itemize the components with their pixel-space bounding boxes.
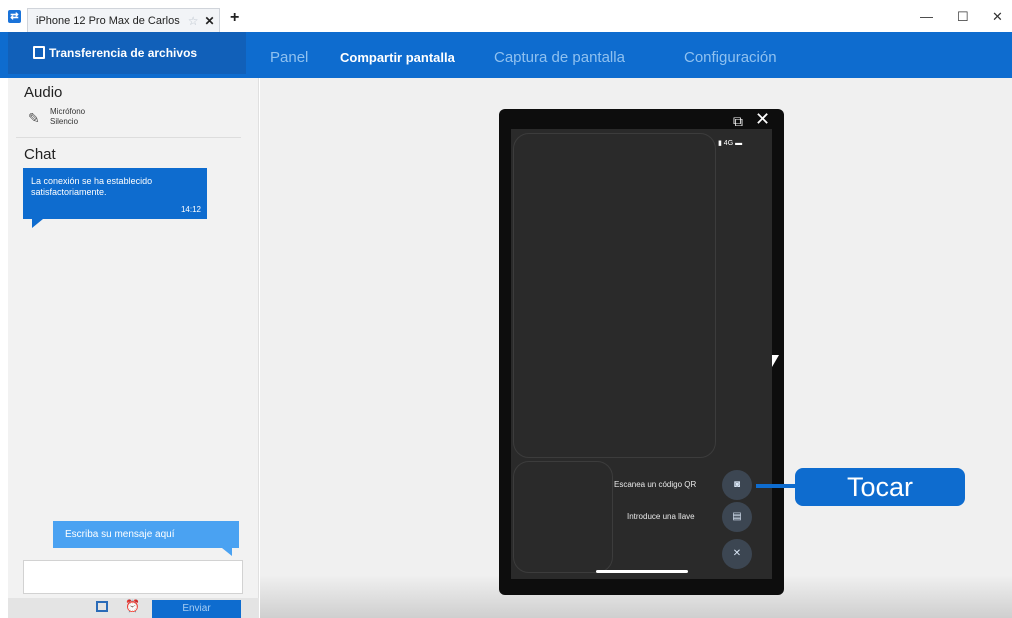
content-card bbox=[513, 461, 613, 573]
phone-screen[interactable]: ▮ 4G ▬ Escanea un código QR ◙ Introduce … bbox=[511, 129, 772, 579]
device-screen[interactable]: ⧉ ✕ ▮ 4G ▬ Escanea un código QR ◙ Introd… bbox=[499, 109, 784, 595]
camera-icon[interactable]: ◙ bbox=[722, 470, 752, 500]
sidebar: Audio ✎ Micrófono Silencio Chat La conex… bbox=[8, 78, 259, 618]
chat-title: Chat bbox=[24, 146, 56, 163]
keyboard-icon[interactable]: ▤ bbox=[722, 502, 752, 532]
new-tab-button[interactable]: + bbox=[230, 9, 239, 27]
enter-key-label: Introduce una llave bbox=[627, 512, 695, 521]
alarm-icon[interactable]: ⏰ bbox=[125, 599, 140, 613]
session-tab[interactable]: iPhone 12 Pro Max de Carlos ☆ ✕ bbox=[27, 8, 220, 32]
home-indicator bbox=[596, 570, 688, 573]
tab-compartir-pantalla[interactable]: Compartir pantalla bbox=[340, 50, 455, 65]
close-menu-button[interactable]: ✕ bbox=[722, 539, 752, 569]
network-status: 4G bbox=[723, 140, 734, 147]
compose-hint-tail bbox=[222, 548, 232, 556]
tab-captura-de-pantalla[interactable]: Captura de pantalla bbox=[494, 49, 625, 66]
content-card bbox=[513, 133, 716, 458]
file-transfer-label: Transferencia de archivos bbox=[49, 46, 198, 60]
tab-panel[interactable]: Panel bbox=[270, 49, 308, 66]
mouse-cursor-icon bbox=[772, 355, 779, 367]
microphone-status: Silencio bbox=[50, 117, 79, 126]
microphone-toggle[interactable]: Micrófono Silencio bbox=[50, 107, 85, 127]
nav-bar: Transferencia de archivos Panel Comparti… bbox=[0, 32, 1012, 78]
close-tab-icon[interactable]: ✕ bbox=[204, 14, 214, 28]
chat-message: La conexión se ha establecido satisfacto… bbox=[23, 168, 207, 219]
close-icon[interactable]: ✕ bbox=[755, 109, 770, 130]
file-transfer-icon bbox=[33, 46, 45, 59]
compose-hint: Escriba su mensaje aquí bbox=[53, 521, 239, 548]
divider bbox=[16, 137, 241, 138]
chat-bubble-tail bbox=[32, 219, 43, 228]
minimize-button[interactable]: — bbox=[920, 9, 933, 24]
microphone-muted-icon[interactable]: ✎ bbox=[28, 110, 42, 126]
phone-status-bar: ▮ 4G ▬ bbox=[718, 140, 743, 147]
session-tab-title: iPhone 12 Pro Max de Carlos bbox=[36, 14, 180, 27]
clipboard-icon[interactable] bbox=[96, 601, 108, 612]
chat-message-text: La conexión se ha establecido satisfacto… bbox=[31, 176, 153, 197]
chat-message-time: 14:12 bbox=[180, 205, 201, 214]
popout-icon[interactable]: ⧉ bbox=[733, 113, 743, 130]
title-bar: ⇄ iPhone 12 Pro Max de Carlos ☆ ✕ + — ☐ … bbox=[0, 0, 1012, 32]
audio-title: Audio bbox=[24, 84, 63, 101]
tap-annotation: Tocar bbox=[795, 468, 965, 506]
send-button[interactable]: Enviar bbox=[152, 600, 241, 618]
microphone-label: Micrófono bbox=[50, 107, 86, 116]
teamviewer-logo-icon: ⇄ bbox=[8, 10, 21, 23]
message-input[interactable] bbox=[23, 560, 243, 594]
close-window-button[interactable]: ✕ bbox=[992, 9, 1003, 25]
maximize-button[interactable]: ☐ bbox=[957, 9, 969, 25]
file-transfer-button[interactable]: Transferencia de archivos bbox=[8, 32, 246, 74]
tab-configuracion[interactable]: Configuración bbox=[684, 49, 777, 66]
scan-qr-label: Escanea un código QR bbox=[614, 480, 697, 489]
star-icon[interactable]: ☆ bbox=[188, 14, 199, 28]
